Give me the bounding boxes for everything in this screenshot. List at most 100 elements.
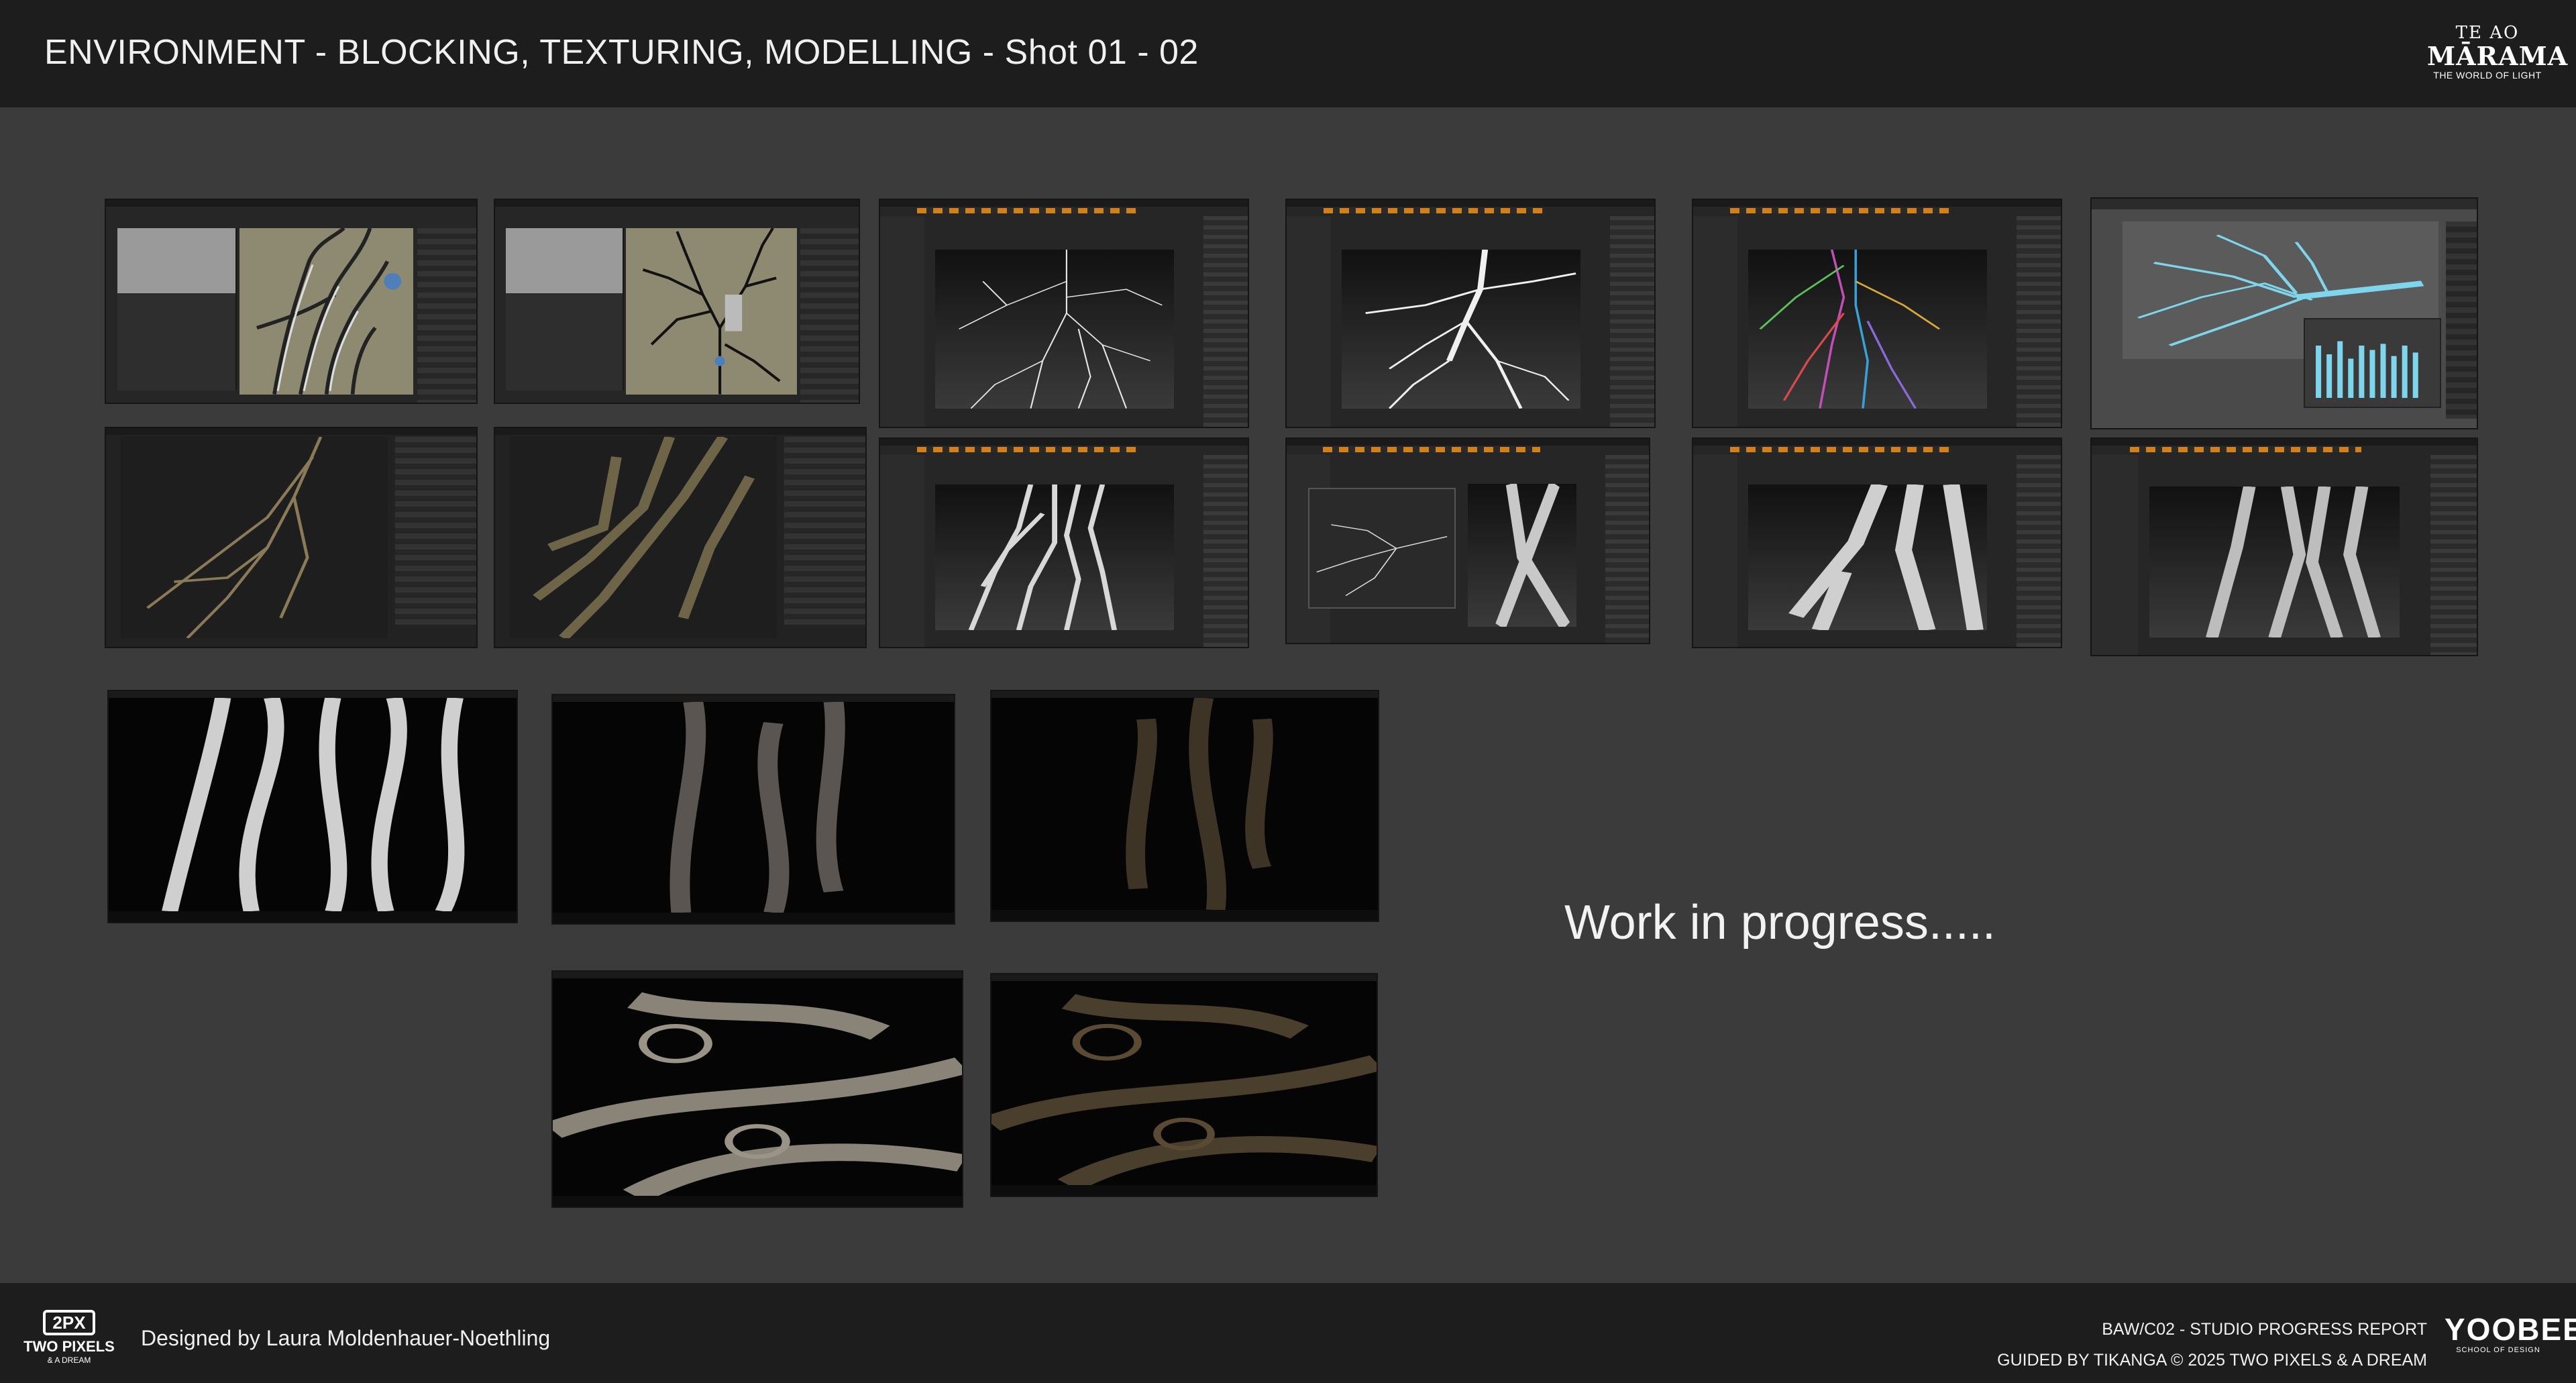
viewport — [1468, 483, 1576, 627]
roots-drawing — [256, 228, 401, 395]
window-titlebar — [880, 439, 1248, 446]
render-view — [553, 702, 954, 913]
toolbar — [1323, 208, 1544, 213]
tool-palette — [2017, 216, 2061, 427]
thumb-houdini-2[interactable] — [494, 199, 860, 404]
thumb-zbrush-sculpt-1[interactable] — [879, 438, 1249, 648]
logo-line3: THE WORLD OF LIGHT — [2433, 70, 2542, 81]
viewport — [510, 437, 777, 638]
tool-shelf — [1287, 216, 1331, 427]
render-view — [553, 978, 962, 1196]
tool-palette — [1203, 216, 1248, 427]
layer-panel — [784, 437, 865, 625]
window-titlebar — [880, 200, 1248, 207]
branch-drawing — [642, 228, 781, 395]
window-titlebar — [553, 695, 954, 702]
parameter-panel — [417, 228, 476, 403]
window-titlebar — [495, 428, 865, 435]
thumb-houdini-1[interactable] — [105, 199, 478, 404]
thumb-zbrush-silhouette-2[interactable] — [1285, 199, 1656, 428]
sculpt-roots — [1495, 483, 1570, 627]
clay-roots — [162, 698, 465, 911]
toolbar — [1323, 447, 1540, 452]
thumb-substance-1[interactable] — [105, 427, 478, 648]
page-title: ENVIRONMENT - BLOCKING, TEXTURING, MODEL… — [44, 33, 1199, 72]
thumb-zbrush-sculpt-3[interactable] — [1692, 438, 2062, 648]
tool-shelf — [880, 455, 924, 647]
tool-palette — [1610, 216, 1654, 427]
thumb-render-lit-2[interactable] — [990, 690, 1379, 922]
attribute-editor — [2446, 221, 2477, 419]
tool-palette — [2430, 455, 2477, 655]
graph-editor — [2303, 317, 2441, 408]
toolbar — [2130, 447, 2361, 452]
report-line2: GUIDED BY TIKANGA © 2025 TWO PIXELS & A … — [1997, 1351, 2427, 1370]
window-titlebar — [991, 691, 1378, 698]
logo-name: TWO PIXELS — [23, 1338, 115, 1355]
yoobee-name: YOOBEE — [2445, 1312, 2576, 1347]
sculpt-roots — [1788, 484, 1984, 631]
viewport — [1748, 250, 1988, 409]
logo-line2: MĀRAMA — [2427, 41, 2569, 71]
lit-roots — [669, 702, 845, 913]
two-pixels-logo: 2PX TWO PIXELS & A DREAM — [23, 1310, 115, 1365]
tool-shelf — [2092, 455, 2138, 655]
textured-roots — [146, 437, 323, 638]
render-view — [991, 698, 1378, 910]
viewport — [935, 484, 1175, 631]
yoobee-sub: SCHOOL OF DESIGN — [2456, 1346, 2540, 1354]
thumb-zbrush-silhouette-1[interactable] — [879, 199, 1249, 428]
thumb-substance-2[interactable] — [494, 427, 867, 648]
thumb-render-lit-1[interactable] — [551, 694, 955, 925]
window-titlebar — [495, 200, 859, 207]
designer-credit: Designed by Laura Moldenhauer-Noethling — [141, 1326, 551, 1350]
render-view — [991, 981, 1377, 1185]
window-titlebar — [106, 200, 476, 207]
viewport — [935, 250, 1175, 409]
thumb-render-spiral-2[interactable] — [990, 973, 1378, 1197]
tool-palette — [2017, 455, 2061, 647]
toolbar — [916, 447, 1138, 452]
node-panel — [506, 228, 624, 391]
timeline — [553, 1196, 962, 1207]
toolbar — [1729, 208, 1951, 213]
report-line1: BAW/C02 - STUDIO PROGRESS REPORT — [2102, 1320, 2427, 1339]
node-graph — [506, 228, 623, 293]
textured-roots — [533, 437, 755, 638]
root-lines — [1365, 250, 1576, 409]
thumb-zbrush-polygroups[interactable] — [1692, 199, 2062, 428]
window-titlebar — [991, 974, 1377, 981]
viewport — [121, 437, 388, 638]
footer-bar: 2PX TWO PIXELS & A DREAM Designed by Lau… — [0, 1283, 2576, 1383]
viewport — [626, 228, 797, 395]
thumb-render-spiral-1[interactable] — [551, 970, 963, 1208]
viewport — [239, 228, 414, 395]
tool-shelf — [1693, 216, 1737, 427]
window-titlebar — [2092, 199, 2477, 209]
window-titlebar — [2092, 439, 2477, 446]
te-ao-marama-logo: TE AO MĀRAMA THE WORLD OF LIGHT — [2427, 23, 2569, 81]
window-titlebar — [553, 972, 962, 978]
parameter-panel — [800, 228, 859, 403]
thumb-zbrush-sculpt-2[interactable] — [1285, 438, 1650, 644]
sculpt-roots — [968, 484, 1118, 631]
toolbar — [1729, 447, 1951, 452]
logo-badge: 2PX — [43, 1310, 95, 1335]
report-info: BAW/C02 - STUDIO PROGRESS REPORT GUIDED … — [1997, 1314, 2427, 1376]
window-titlebar — [109, 691, 517, 698]
thumb-zbrush-sculpt-4[interactable] — [2090, 438, 2478, 656]
window-titlebar — [1693, 200, 2061, 207]
work-in-progress-label: Work in progress..... — [1564, 896, 1996, 950]
spiral-roots — [553, 992, 962, 1196]
thumb-render-clay[interactable] — [107, 690, 518, 923]
floating-subwindow — [1308, 487, 1456, 609]
node-panel — [117, 228, 237, 391]
thumb-maya-curves[interactable] — [2090, 197, 2478, 429]
timeline — [991, 910, 1378, 921]
root-lines — [959, 250, 1163, 409]
window-titlebar — [1287, 200, 1654, 207]
layer-panel — [394, 437, 476, 625]
window-titlebar — [1287, 439, 1649, 446]
lit-roots — [1126, 698, 1273, 910]
sculpt-roots — [2206, 486, 2381, 638]
